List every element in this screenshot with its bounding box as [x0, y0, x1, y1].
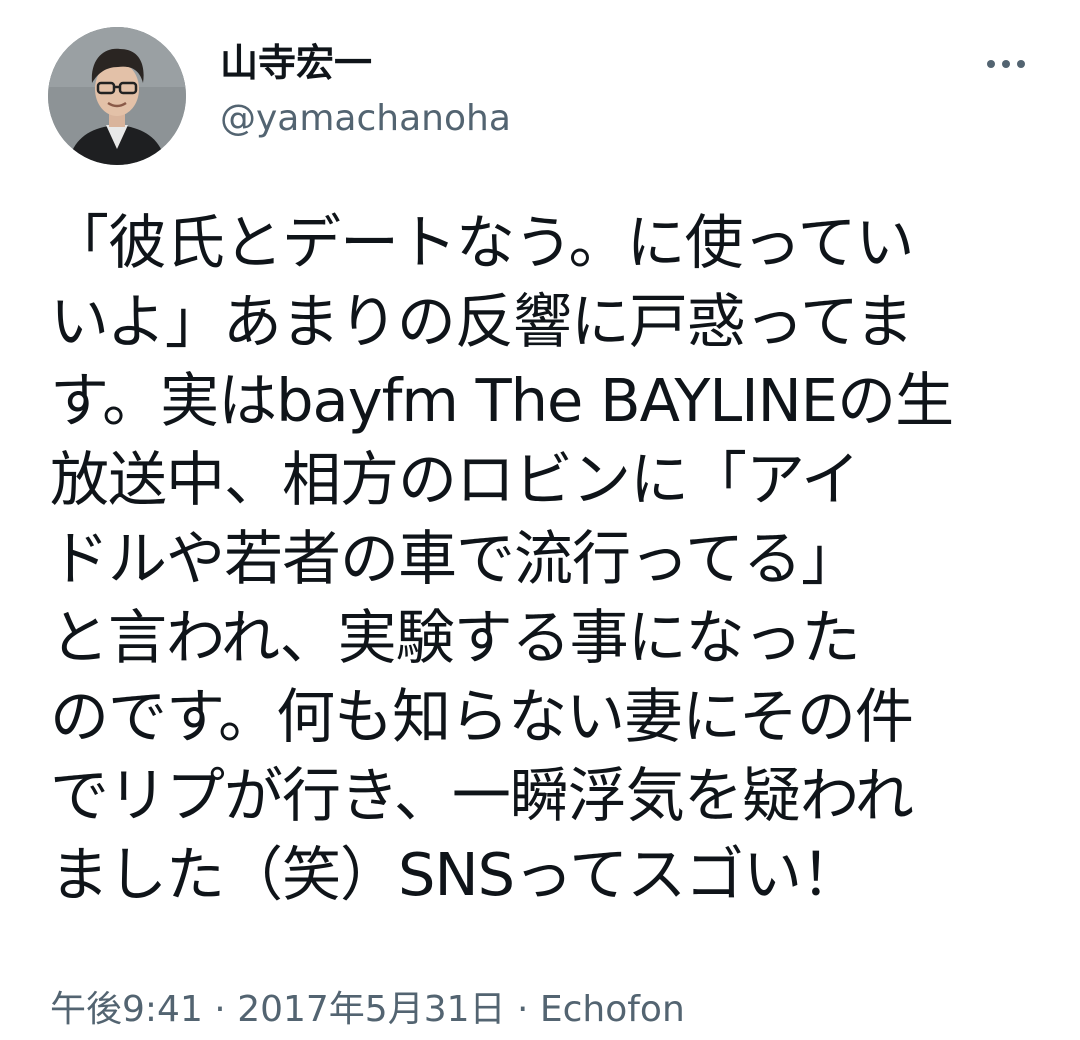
tweet-text-line: いよ」あまりの反響に戸惑ってま [50, 287, 914, 356]
more-horizontal-icon-dot [1017, 60, 1025, 68]
meta-separator: · [202, 989, 238, 1030]
tweet-time[interactable]: 午後9:41 [50, 989, 203, 1030]
tweet-text-line: ました（笑）SNSってスゴい！ [50, 840, 860, 909]
more-options-button[interactable] [978, 44, 1034, 84]
tweet: 山寺宏一 @yamachanoha 「彼氏とデートなう。に使ってい いよ」あまり… [0, 0, 1080, 1040]
meta-separator: · [505, 989, 540, 1030]
tweet-text-line: でリプが行き、一瞬浮気を疑われ [50, 761, 914, 830]
tweet-text-line: と言われ、実験する事になった [50, 603, 861, 672]
tweet-text-line: 「彼氏とデートなう。に使ってい [50, 208, 915, 277]
tweet-metadata: 午後9:41 · 2017年5月31日 · Echofon [50, 985, 685, 1035]
tweet-text-line: のです。何も知らない妻にその件 [50, 682, 914, 751]
tweet-date[interactable]: 2017年5月31日 [237, 989, 505, 1030]
more-horizontal-icon-dot [1002, 60, 1010, 68]
display-name[interactable]: 山寺宏一 [220, 38, 372, 88]
avatar[interactable] [48, 27, 186, 165]
tweet-text-line: ドルや若者の車で流行ってる」 [50, 524, 860, 593]
tweet-text-line: す。実はbayfm The BAYLINEの生 [50, 366, 954, 435]
tweet-source-link[interactable]: Echofon [540, 989, 685, 1030]
tweet-text: 「彼氏とデートなう。に使ってい いよ」あまりの反響に戸惑ってま す。実はbayf… [50, 203, 1040, 914]
username-handle[interactable]: @yamachanoha [220, 94, 511, 144]
more-horizontal-icon [987, 60, 995, 68]
tweet-text-line: 放送中、相方のロビンに「アイ [50, 445, 860, 514]
avatar-image [48, 27, 186, 165]
